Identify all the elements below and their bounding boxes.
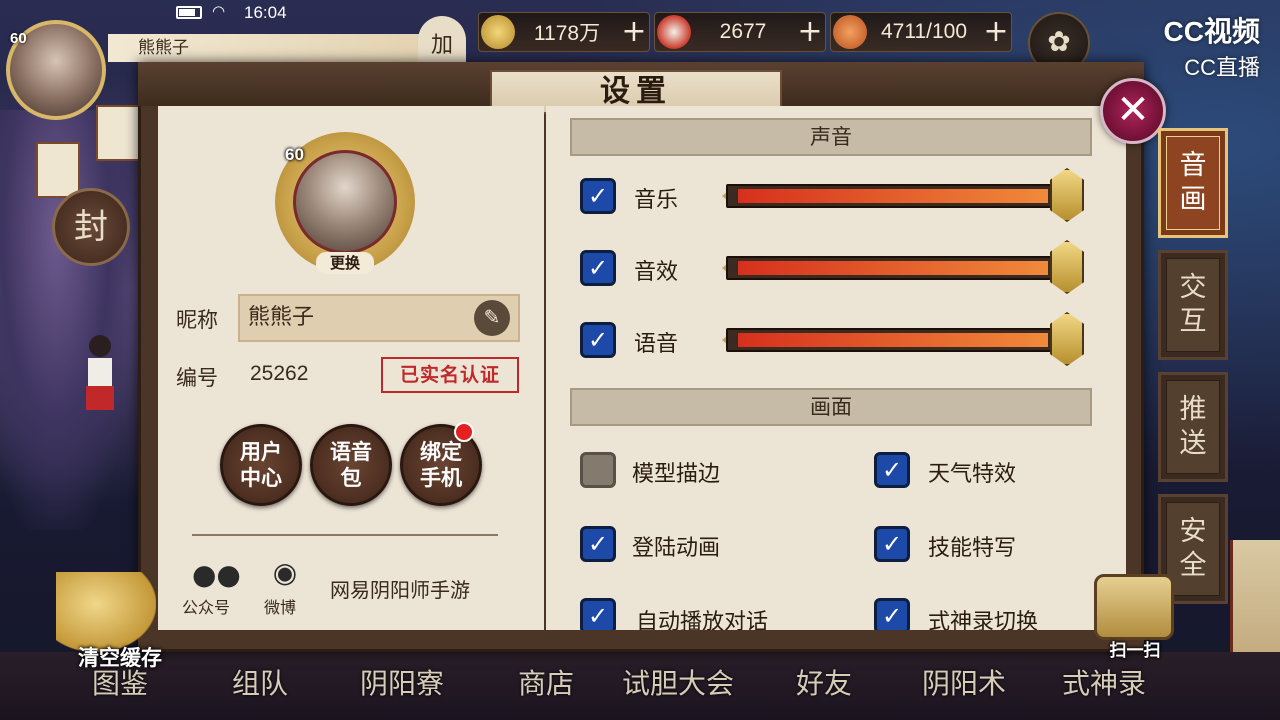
jade-icon	[657, 15, 691, 49]
charm-card-decoration	[36, 142, 80, 198]
tab-audio-visual[interactable]: 音画	[1158, 128, 1228, 238]
weibo-icon[interactable]: ◉	[262, 556, 308, 590]
music-label: 音乐	[634, 188, 679, 213]
nav-item-trial[interactable]: 试胆大会	[622, 662, 734, 702]
jade-value: 2677	[719, 20, 767, 43]
login-animation-checkbox[interactable]: ✓	[580, 526, 616, 562]
stamina-resource: 4711/100 +	[830, 12, 1012, 52]
tab-push[interactable]: 推送	[1158, 372, 1228, 482]
user-center-label: 用户中心	[240, 439, 282, 490]
sfx-label: 音效	[634, 260, 679, 285]
coin-resource: 1178万 +	[478, 12, 650, 52]
auto-dialog-checkbox[interactable]: ✓	[580, 598, 616, 634]
voice-label: 语音	[634, 332, 679, 357]
stamina-add-icon[interactable]: +	[981, 17, 1011, 47]
id-label: 编号	[176, 366, 218, 390]
skill-closeup-label: 技能特写	[928, 536, 1017, 561]
id-value: 25262	[250, 362, 309, 385]
game-name: 网易阴阳师手游	[330, 578, 470, 602]
divider	[192, 534, 498, 536]
status-time: 16:04	[244, 3, 287, 22]
clear-cache-button[interactable]: 清空缓存	[78, 642, 162, 672]
tab-interaction-label: 交互	[1179, 272, 1207, 337]
wechat-label: 公众号	[182, 598, 231, 617]
tab-security-label-box: 安全	[1166, 502, 1220, 596]
sfx-checkbox[interactable]: ✓	[580, 250, 616, 286]
tab-interaction-label-box: 交互	[1166, 258, 1220, 352]
skill-closeup-checkbox[interactable]: ✓	[874, 526, 910, 562]
coin-value: 1178万	[533, 22, 601, 45]
verified-stamp: 已实名认证	[381, 357, 519, 393]
battery-icon	[176, 6, 202, 19]
tab-push-label-box: 推送	[1166, 380, 1220, 474]
nav-item-shop[interactable]: 商店	[518, 662, 574, 702]
tab-security-label: 安全	[1179, 516, 1207, 581]
coin-add-icon[interactable]: +	[619, 17, 649, 47]
graphics-section-header: 画面	[570, 388, 1092, 426]
scan-icon[interactable]	[1094, 574, 1174, 640]
music-checkbox[interactable]: ✓	[580, 178, 616, 214]
stamina-icon	[833, 15, 867, 49]
model-outline-checkbox[interactable]: ✓	[580, 452, 616, 488]
voice-slider[interactable]	[726, 328, 1056, 352]
watermark-line1: CC视频	[1163, 16, 1260, 47]
player-level: 60	[10, 30, 27, 47]
wifi-icon: ◠	[212, 2, 226, 20]
shikigami-switch-checkbox[interactable]: ✓	[874, 598, 910, 634]
tab-push-label: 推送	[1179, 394, 1207, 459]
tab-interaction[interactable]: 交互	[1158, 250, 1228, 360]
nav-item-friends[interactable]: 好友	[796, 662, 852, 702]
seal-badge[interactable]: 封	[52, 188, 130, 266]
watermark: CC视频 CC直播	[1164, 10, 1260, 82]
stamina-value: 4711/100	[880, 20, 968, 43]
voice-checkbox[interactable]: ✓	[580, 322, 616, 358]
voice-slider-fill	[738, 333, 1048, 347]
nav-item-onmyoji-art[interactable]: 阴阳术	[922, 662, 1006, 702]
model-outline-label: 模型描边	[632, 462, 721, 487]
bind-phone-label: 绑定手机	[420, 439, 462, 490]
login-animation-label: 登陆动画	[632, 536, 721, 561]
profile-level: 60	[285, 145, 304, 164]
player-name-bar: 熊熊子	[108, 34, 438, 62]
sound-section-header: 声音	[570, 118, 1092, 156]
edit-nickname-icon[interactable]: ✎	[474, 300, 510, 336]
close-button[interactable]: ✕	[1100, 78, 1166, 144]
tab-audio-visual-label-box: 音画	[1166, 136, 1220, 230]
voice-pack-label: 语音包	[330, 439, 372, 490]
music-slider-fill	[738, 189, 1048, 203]
tab-audio-visual-label: 音画	[1179, 150, 1207, 215]
panel-bottom-edge	[138, 630, 1144, 652]
music-slider[interactable]	[726, 184, 1056, 208]
change-avatar-button[interactable]: 更换	[316, 252, 374, 274]
weather-effects-checkbox[interactable]: ✓	[874, 452, 910, 488]
shrine-maiden-character	[86, 335, 114, 410]
nav-item-shikigami[interactable]: 式神录	[1062, 662, 1146, 702]
user-center-button[interactable]: 用户中心	[220, 424, 302, 506]
voice-pack-button[interactable]: 语音包	[310, 424, 392, 506]
watermark-line2: CC直播	[1184, 55, 1260, 80]
jade-add-icon[interactable]: +	[795, 17, 825, 47]
wechat-icon[interactable]: ●●	[192, 558, 241, 591]
scan-label: 扫一扫	[1109, 641, 1161, 661]
coin-icon	[481, 15, 515, 49]
jade-resource: 2677 +	[654, 12, 826, 52]
nav-item-team[interactable]: 组队	[232, 662, 288, 702]
nickname-label: 昵称	[176, 308, 218, 332]
sfx-slider[interactable]	[726, 256, 1056, 280]
weibo-label: 微博	[264, 598, 297, 617]
sfx-slider-fill	[738, 261, 1048, 275]
avatar[interactable]	[293, 150, 397, 254]
charm-card-decoration	[96, 105, 140, 161]
weather-effects-label: 天气特效	[928, 462, 1017, 487]
notification-dot	[454, 422, 474, 442]
clear-cache-icon[interactable]	[56, 572, 156, 652]
nav-item-guild[interactable]: 阴阳寮	[360, 662, 444, 702]
